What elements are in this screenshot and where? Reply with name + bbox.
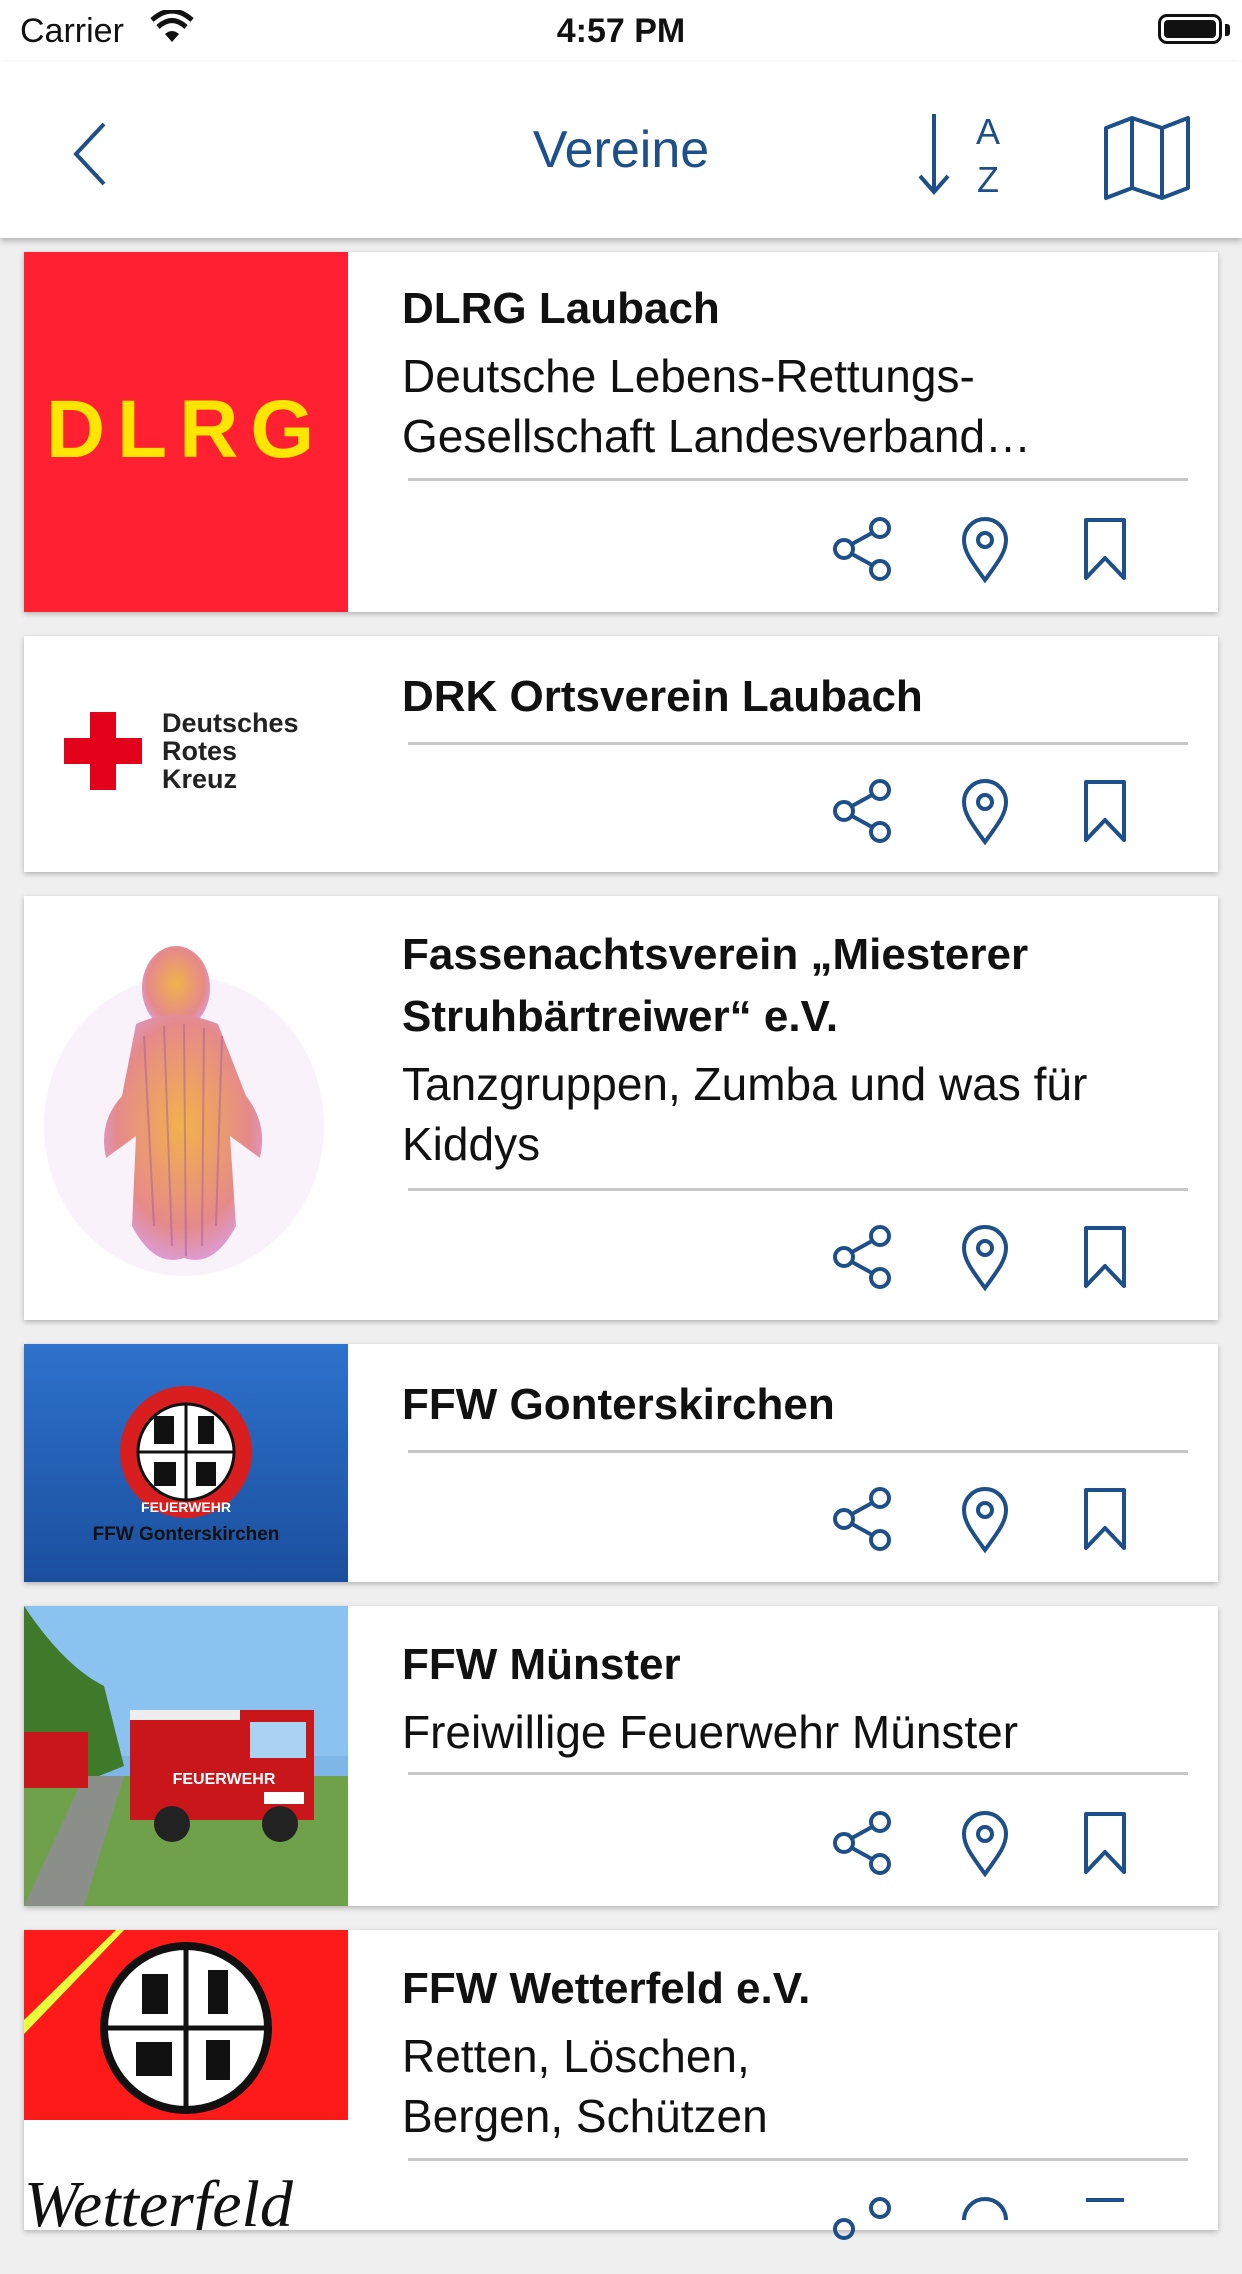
battery-icon (1158, 14, 1222, 44)
bookmark-icon[interactable] (1070, 1484, 1140, 1554)
drk-logo: Deutsches Rotes Kreuz (24, 636, 348, 872)
bookmark-icon[interactable] (1070, 776, 1140, 846)
bookmark-icon[interactable] (1070, 514, 1140, 584)
straw-figure-image (24, 896, 348, 1320)
location-pin-icon[interactable] (950, 1808, 1020, 1878)
share-icon[interactable] (828, 1484, 898, 1554)
list-item[interactable]: FEUERWEHR FFW Münster Freiwillige Feuerw… (24, 1606, 1218, 1906)
divider (408, 478, 1188, 481)
divider (408, 1772, 1188, 1775)
entry-actions (828, 1484, 1158, 1564)
entry-actions (828, 1222, 1158, 1302)
page-title: Vereine (532, 121, 710, 179)
entry-description: Retten, Löschen, Bergen, Schützen (402, 2030, 768, 2142)
location-pin-icon[interactable] (950, 514, 1020, 584)
entry-actions (828, 2194, 1158, 2274)
dlrg-logo: DLRG (24, 252, 348, 612)
clock: 4:57 PM (556, 12, 686, 50)
share-icon[interactable] (828, 776, 898, 846)
entry-actions (828, 514, 1158, 594)
ffw-wetterfeld-logo-text: Wetterfeld (24, 2168, 294, 2230)
divider (408, 742, 1188, 745)
navigation-bar: Vereine A Z (0, 62, 1242, 238)
truck-label-text: FEUERWEHR (173, 1771, 276, 1788)
ffw-gonterskirchen-logo-text: FFW Gonterskirchen (93, 1524, 280, 1545)
bookmark-icon[interactable] (1070, 1808, 1140, 1878)
club-list: DLRG DLRG Laubach Deutsche Lebens-Rettun… (24, 252, 1218, 2254)
drk-logo-line-1: Deutsches (162, 708, 299, 738)
sort-z-label: Z (977, 159, 999, 200)
entry-name: Fassenachtsverein „Miesterer Struhbärtre… (402, 930, 1029, 1041)
drk-logo-line-2: Rotes (162, 736, 237, 766)
sort-a-label: A (976, 111, 1000, 152)
divider (408, 2158, 1188, 2161)
entry-name: FFW Wetterfeld e.V. (402, 1964, 811, 2013)
share-icon[interactable] (828, 2194, 898, 2264)
share-icon[interactable] (828, 514, 898, 584)
entry-name: FFW Gonterskirchen (402, 1380, 835, 1429)
location-pin-icon[interactable] (950, 1484, 1020, 1554)
bookmark-icon[interactable] (1070, 1222, 1140, 1292)
status-bar: Carrier 4:57 PM (0, 0, 1242, 62)
map-icon[interactable] (1102, 112, 1192, 202)
location-pin-icon[interactable] (950, 1222, 1020, 1292)
dlrg-logo-text: DLRG (46, 384, 326, 475)
list-item[interactable]: Fassenachtsverein „Miesterer Struhbärtre… (24, 896, 1218, 1320)
entry-description: Freiwillige Feuerwehr Münster (402, 1706, 1019, 1758)
ffw-wetterfeld-logo: Wetterfeld (24, 1930, 348, 2230)
entry-name: FFW Münster (402, 1640, 681, 1689)
entry-name: DLRG Laubach (402, 284, 720, 333)
entry-actions (828, 1808, 1158, 1888)
entry-actions (828, 776, 1158, 856)
divider (408, 1188, 1188, 1191)
share-icon[interactable] (828, 1222, 898, 1292)
share-icon[interactable] (828, 1808, 898, 1878)
entry-description: Deutsche Lebens-Rettungs-Gesellschaft La… (402, 350, 1032, 462)
list-item[interactable]: Wetterfeld FFW Wetterfeld e.V. Retten, L… (24, 1930, 1218, 2240)
bookmark-icon[interactable] (1070, 2194, 1140, 2264)
drk-logo-line-3: Kreuz (162, 764, 237, 794)
ffw-gonterskirchen-logo: FEUERWEHR FFW Gonterskirchen (24, 1344, 348, 1582)
list-item[interactable]: FEUERWEHR FFW Gonterskirchen FFW Gonters… (24, 1344, 1218, 1582)
divider (408, 1450, 1188, 1453)
list-item[interactable]: Deutsches Rotes Kreuz DRK Ortsverein Lau… (24, 636, 1218, 872)
sort-az-icon[interactable]: A Z (912, 106, 1012, 206)
battery-tip (1225, 24, 1230, 36)
ffw-badge-text: FEUERWEHR (141, 1499, 231, 1515)
list-item[interactable]: DLRG DLRG Laubach Deutsche Lebens-Rettun… (24, 252, 1218, 612)
entry-name: DRK Ortsverein Laubach (402, 672, 923, 721)
entry-description: Tanzgruppen, Zumba und was für Kiddys (402, 1058, 1088, 1170)
location-pin-icon[interactable] (950, 776, 1020, 846)
fire-truck-photo: FEUERWEHR (24, 1606, 348, 1906)
location-pin-icon[interactable] (950, 2194, 1020, 2264)
